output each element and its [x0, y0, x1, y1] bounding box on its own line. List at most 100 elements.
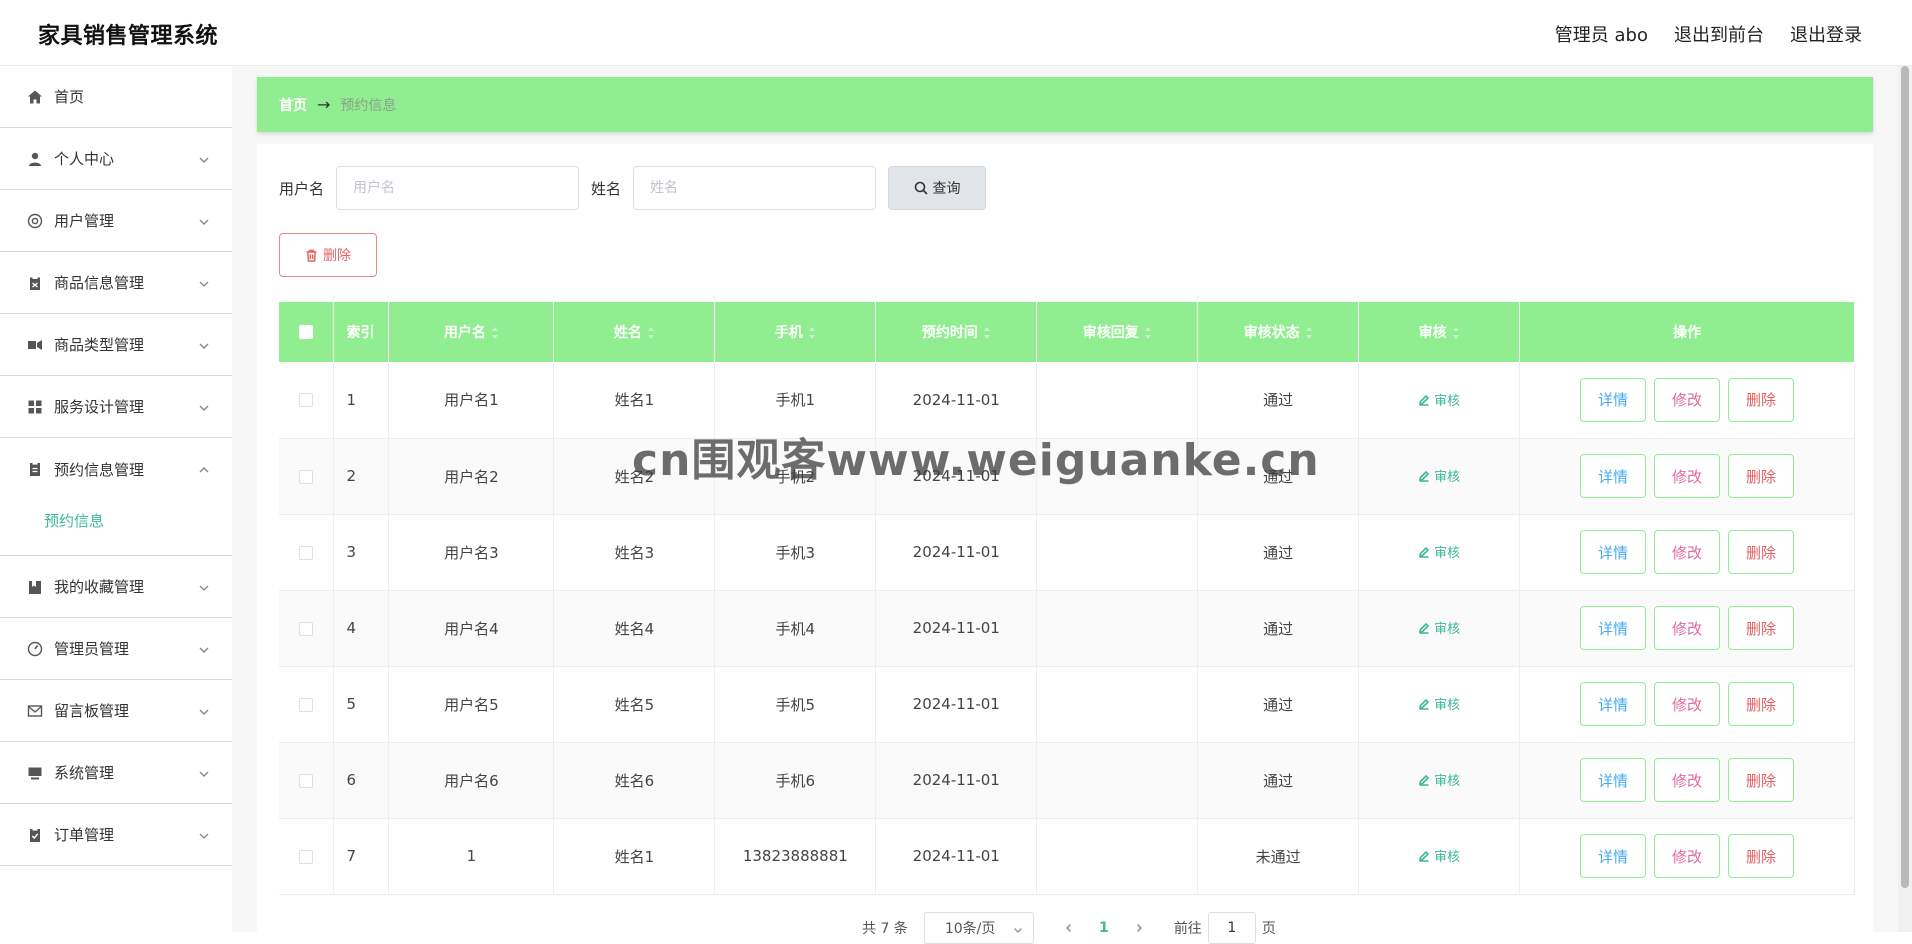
sidebar-item-admin-management[interactable]: 管理员管理: [0, 618, 232, 680]
cell-phone: 手机4: [714, 590, 877, 667]
detail-button[interactable]: 详情: [1580, 454, 1647, 498]
col-header-reply[interactable]: 审核回复: [1036, 302, 1199, 362]
audit-link[interactable]: 审核: [1418, 846, 1460, 865]
audit-link[interactable]: 审核: [1418, 770, 1460, 789]
select-all-checkbox[interactable]: [299, 325, 314, 339]
name-search-input[interactable]: [633, 166, 877, 210]
sort-icon[interactable]: [983, 327, 991, 339]
audit-link[interactable]: 审核: [1418, 694, 1460, 713]
next-page-button[interactable]: [1124, 912, 1154, 944]
sidebar-item-reservation-management[interactable]: 预约信息管理: [0, 438, 232, 500]
sidebar-item-personal-center[interactable]: 个人中心: [0, 128, 232, 190]
row-checkbox[interactable]: [299, 393, 314, 408]
sidebar-item-label: 用户管理: [54, 212, 115, 230]
col-header-username[interactable]: 用户名: [388, 302, 555, 362]
detail-button[interactable]: 详情: [1580, 834, 1647, 878]
cell-phone: 手机5: [714, 666, 877, 743]
edit-button[interactable]: 修改: [1654, 454, 1721, 498]
sort-icon[interactable]: [1452, 327, 1460, 339]
document-icon: [26, 460, 44, 478]
sort-icon[interactable]: [1144, 327, 1152, 339]
col-header-phone[interactable]: 手机: [714, 302, 877, 362]
cell-time: 2024-11-01: [875, 818, 1038, 895]
detail-button[interactable]: 详情: [1580, 377, 1647, 422]
delete-button[interactable]: 删除: [1728, 682, 1795, 726]
audit-link[interactable]: 审核: [1418, 542, 1460, 561]
breadcrumb-arrow: →: [317, 95, 331, 114]
audit-link[interactable]: 审核: [1418, 466, 1460, 485]
delete-button[interactable]: 删除: [1728, 530, 1795, 574]
col-header-audit[interactable]: 审核: [1358, 302, 1521, 362]
sort-icon[interactable]: [808, 327, 816, 339]
batch-delete-button[interactable]: 删除: [279, 233, 377, 277]
edit-button[interactable]: 修改: [1654, 682, 1721, 726]
edit-button[interactable]: 修改: [1654, 758, 1721, 802]
sidebar-item-user-management[interactable]: 用户管理: [0, 190, 232, 252]
detail-button[interactable]: 详情: [1580, 682, 1647, 726]
row-checkbox[interactable]: [299, 849, 314, 864]
edit-pen-icon: [1419, 850, 1430, 862]
delete-button[interactable]: 删除: [1728, 454, 1795, 498]
sidebar-subitem-reservation-info[interactable]: 预约信息: [44, 510, 104, 531]
delete-button[interactable]: 删除: [1728, 834, 1795, 878]
row-checkbox[interactable]: [299, 773, 314, 788]
username-search-input[interactable]: [336, 166, 580, 210]
col-header-label: 手机: [774, 325, 803, 341]
sidebar-item-service-design[interactable]: 服务设计管理: [0, 376, 232, 438]
table-header-row: 索引 用户名 姓名 手机 预约时间 审核回复 审核状态 审核 操作: [279, 302, 1855, 362]
page-size-select[interactable]: 10条/页: [923, 912, 1034, 944]
detail-button[interactable]: 详情: [1580, 606, 1647, 650]
cell-phone: 手机3: [714, 514, 877, 591]
admin-user-link[interactable]: 管理员 abo: [1555, 21, 1648, 47]
logout-link[interactable]: 退出登录: [1790, 21, 1862, 47]
sidebar-item-label: 个人中心: [54, 150, 115, 168]
sidebar-item-favorites[interactable]: 我的收藏管理: [0, 556, 232, 618]
detail-button[interactable]: 详情: [1580, 530, 1647, 574]
cell-index: 7: [333, 818, 390, 895]
sort-icon[interactable]: [1305, 327, 1313, 339]
row-checkbox[interactable]: [299, 545, 314, 560]
audit-link[interactable]: 审核: [1418, 618, 1460, 637]
sidebar-item-home[interactable]: 首页: [0, 66, 232, 128]
edit-button[interactable]: 修改: [1654, 530, 1721, 574]
sidebar-item-system-management[interactable]: 系统管理: [0, 742, 232, 804]
sidebar-item-product-info[interactable]: 商品信息管理: [0, 252, 232, 314]
goto-page-input[interactable]: [1207, 912, 1256, 944]
query-button[interactable]: 查询: [888, 166, 987, 210]
delete-button[interactable]: 删除: [1728, 758, 1795, 802]
cell-phone: 手机1: [714, 362, 877, 439]
row-checkbox[interactable]: [299, 469, 314, 484]
edit-button[interactable]: 修改: [1654, 377, 1721, 422]
cell-index: 6: [333, 742, 390, 819]
row-checkbox[interactable]: [299, 697, 314, 712]
chevron-down-icon: [198, 704, 210, 716]
cell-name: 姓名1: [553, 818, 716, 895]
exit-to-front-link[interactable]: 退出到前台: [1674, 21, 1764, 47]
detail-button[interactable]: 详情: [1580, 758, 1647, 802]
col-header-status[interactable]: 审核状态: [1197, 302, 1360, 362]
audit-link[interactable]: 审核: [1418, 390, 1460, 409]
checklist-icon: [26, 826, 44, 844]
delete-button[interactable]: 删除: [1728, 606, 1795, 650]
pagination-total: 共 7 条: [862, 921, 908, 937]
sidebar-item-label: 商品信息管理: [54, 274, 145, 292]
prev-page-button[interactable]: [1054, 912, 1084, 944]
monitor-icon: [26, 764, 44, 782]
sort-icon[interactable]: [491, 327, 499, 339]
cell-time: 2024-11-01: [875, 666, 1038, 743]
edit-button[interactable]: 修改: [1654, 834, 1721, 878]
page-number-current[interactable]: 1: [1084, 920, 1124, 936]
sidebar-item-message-board[interactable]: 留言板管理: [0, 680, 232, 742]
delete-button[interactable]: 删除: [1728, 377, 1795, 422]
sort-icon[interactable]: [647, 327, 655, 339]
scrollbar[interactable]: [1898, 66, 1912, 932]
edit-button[interactable]: 修改: [1654, 606, 1721, 650]
col-header-time[interactable]: 预约时间: [875, 302, 1038, 362]
app-title: 家具销售管理系统: [38, 24, 219, 49]
sidebar-item-product-type[interactable]: 商品类型管理: [0, 314, 232, 376]
col-header-name[interactable]: 姓名: [553, 302, 716, 362]
row-checkbox[interactable]: [299, 621, 314, 636]
scrollbar-thumb[interactable]: [1901, 66, 1909, 888]
sidebar-item-order-management[interactable]: 订单管理: [0, 804, 232, 866]
breadcrumb-home-link[interactable]: 首页: [279, 95, 307, 115]
